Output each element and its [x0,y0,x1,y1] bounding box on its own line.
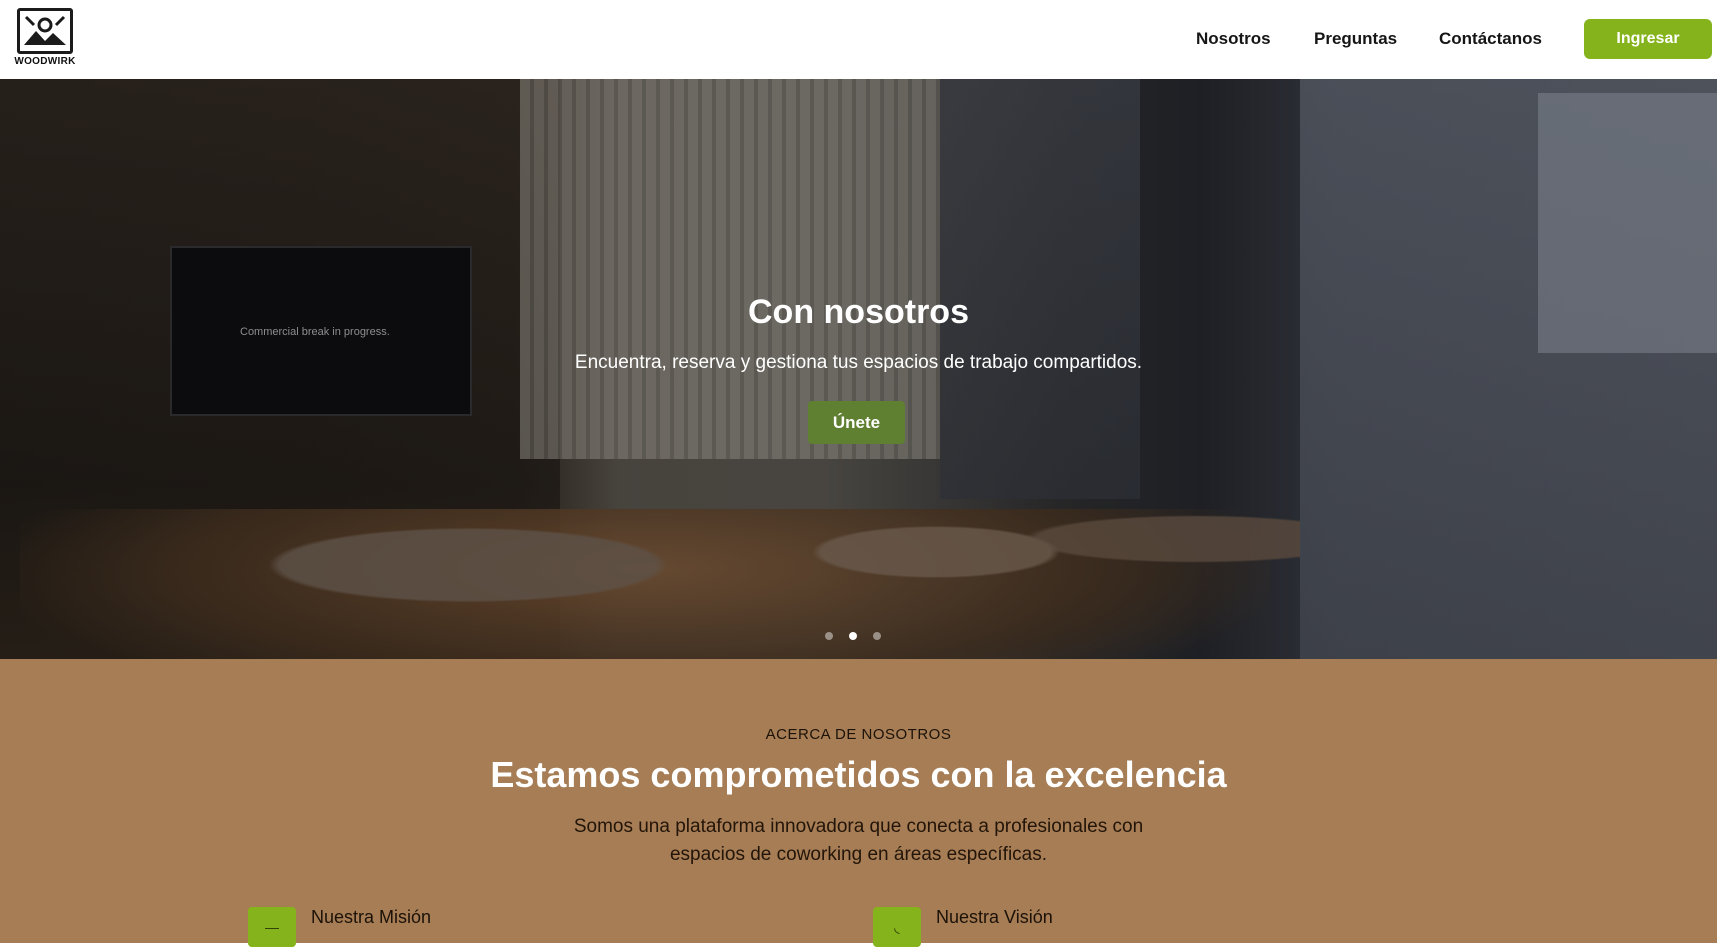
mission-icon: — [248,907,296,947]
about-section: ACERCA DE NOSOTROS Estamos comprometidos… [0,659,1717,947]
hero-carousel: Commercial break in progress. Con nosotr… [0,79,1717,659]
carousel-dot-2[interactable] [849,632,857,640]
mission-title: Nuestra Misión [311,907,432,927]
about-title: Estamos comprometidos con la excelencia [490,754,1227,795]
carousel-dot-1[interactable] [825,632,833,640]
logo-mark-icon [17,8,73,54]
carousel-indicators [825,632,881,640]
join-button[interactable]: Únete [808,401,905,444]
hero-title: Con nosotros [748,293,969,331]
site-header: WOODWIRK Nosotros Preguntas Contáctanos … [0,0,1717,79]
carousel-dot-3[interactable] [873,632,881,640]
nav-preguntas[interactable]: Preguntas [1314,29,1397,49]
about-eyebrow: ACERCA DE NOSOTROS [765,726,952,743]
about-description: Somos una plataforma innovadora que cone… [573,816,1144,865]
nav-contactanos[interactable]: Contáctanos [1439,29,1542,49]
vision-title: Nuestra Visión [936,907,1053,927]
vision-icon: ◟ [873,907,921,947]
nav-nosotros[interactable]: Nosotros [1196,29,1271,49]
logo-text: WOODWIRK [14,56,76,67]
hero-subtitle: Encuentra, reserva y gestiona tus espaci… [574,352,1143,373]
woodwirk-logo[interactable]: WOODWIRK [9,8,81,70]
login-button[interactable]: Ingresar [1584,19,1712,59]
hero-bg-people [260,409,1300,659]
